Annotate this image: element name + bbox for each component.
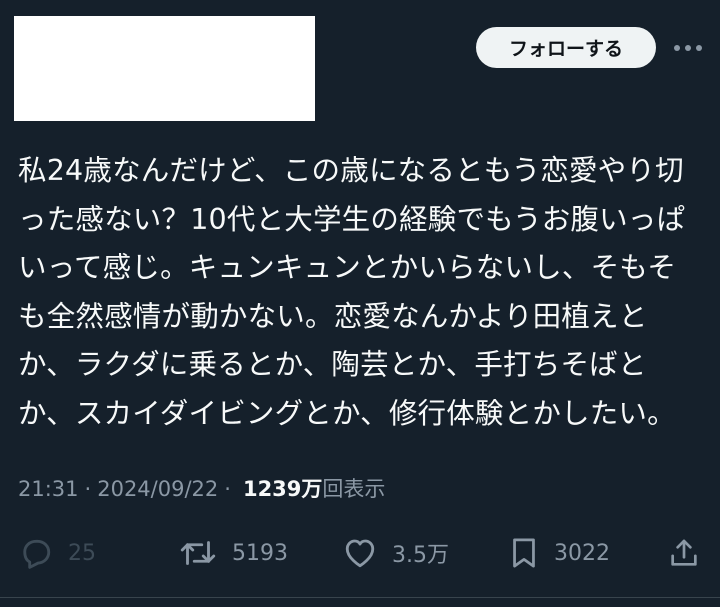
share-button[interactable]	[667, 528, 701, 578]
tweet-date[interactable]: 2024/09/22	[97, 477, 218, 501]
retweet-count: 5193	[232, 540, 288, 566]
follow-button[interactable]: フォローする	[476, 27, 656, 68]
more-horizontal-icon[interactable]	[672, 38, 704, 58]
tweet-actions-bar: 25 5193 3.5万 3022	[0, 528, 720, 578]
tweet-metadata: 21:31 · 2024/09/22 · 1239 万 回表示	[18, 473, 385, 503]
tweet-text-line: も全然感情が動かない。恋愛なんかより田植えと	[18, 299, 648, 333]
retweet-button[interactable]: 5193	[178, 528, 288, 578]
redacted-author-block	[14, 16, 315, 121]
reply-count: 25	[68, 540, 96, 566]
tweet-text-line: った感ない？10代と大学生の経験でもうお腹いっぱ	[18, 202, 686, 236]
bookmark-count: 3022	[554, 540, 610, 566]
share-icon	[667, 535, 701, 571]
retweet-icon	[178, 535, 218, 571]
divider	[0, 597, 720, 598]
views-label: 回表示	[322, 477, 386, 501]
heart-icon	[342, 535, 378, 571]
meta-separator: ·	[224, 477, 231, 501]
bookmark-icon	[508, 535, 540, 571]
tweet-text-line: 私24歳なんだけど、この歳になるともう恋愛やり切	[18, 154, 684, 187]
bookmark-button[interactable]: 3022	[508, 528, 610, 578]
reply-button[interactable]: 25	[18, 528, 96, 578]
views-count: 1239	[242, 477, 302, 501]
meta-separator: ·	[84, 477, 92, 501]
tweet-detail-page: フォローする 私24歳なんだけど、この歳になるともう恋愛やり切 った感ない？10…	[0, 0, 720, 607]
like-button[interactable]: 3.5万	[342, 528, 449, 578]
tweet-text-line: いって感じ。キュンキュンとかいらないし、そもそ	[18, 251, 677, 285]
tweet-text: 私24歳なんだけど、この歳になるともう恋愛やり切 った感ない？10代と大学生の経…	[18, 147, 708, 439]
tweet-text-line: か、ラクダに乗るとか、陶芸とか、手打ちそばと	[18, 348, 647, 382]
like-count: 3.5万	[392, 543, 449, 568]
views-unit: 万	[301, 477, 323, 501]
tweet-text-line: か、スカイダイビングとか、修行体験とかしたい。	[18, 396, 676, 430]
reply-icon	[18, 535, 54, 571]
tweet-time[interactable]: 21:31	[18, 477, 79, 501]
